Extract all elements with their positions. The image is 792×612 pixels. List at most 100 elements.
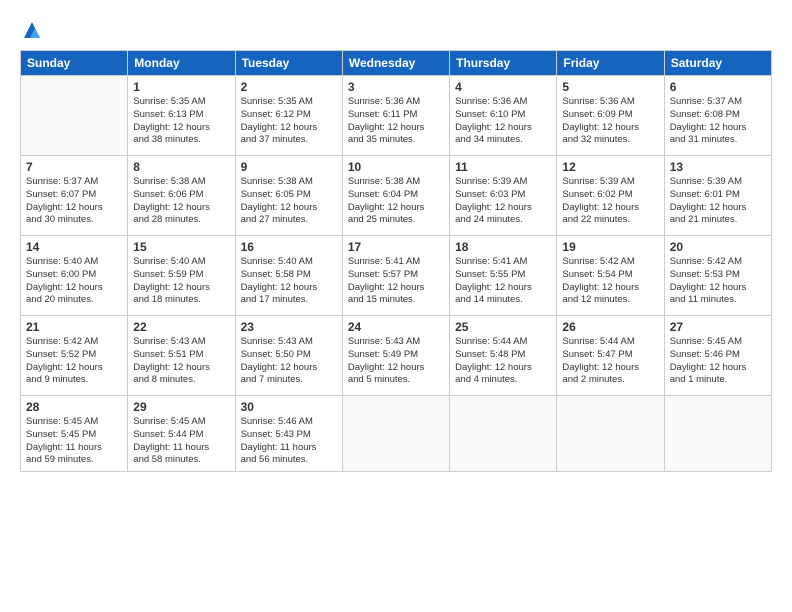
- calendar-cell: 14 Sunrise: 5:40 AMSunset: 6:00 PMDayligh…: [21, 236, 128, 316]
- day-info: Sunrise: 5:43 AMSunset: 5:49 PMDaylight:…: [348, 336, 444, 387]
- calendar-cell: 7 Sunrise: 5:37 AMSunset: 6:07 PMDaylight…: [21, 156, 128, 236]
- weekday-header-friday: Friday: [557, 51, 664, 76]
- calendar-cell: 21 Sunrise: 5:42 AMSunset: 5:52 PMDayligh…: [21, 316, 128, 396]
- day-number: 27: [670, 320, 766, 334]
- calendar-cell: [557, 396, 664, 472]
- weekday-header-tuesday: Tuesday: [235, 51, 342, 76]
- day-info: Sunrise: 5:44 AMSunset: 5:47 PMDaylight:…: [562, 336, 658, 387]
- day-info: Sunrise: 5:42 AMSunset: 5:52 PMDaylight:…: [26, 336, 122, 387]
- logo: [20, 20, 42, 40]
- calendar-cell: 9 Sunrise: 5:38 AMSunset: 6:05 PMDaylight…: [235, 156, 342, 236]
- day-info: Sunrise: 5:43 AMSunset: 5:50 PMDaylight:…: [241, 336, 337, 387]
- day-info: Sunrise: 5:45 AMSunset: 5:45 PMDaylight:…: [26, 416, 122, 467]
- day-number: 22: [133, 320, 229, 334]
- day-info: Sunrise: 5:39 AMSunset: 6:02 PMDaylight:…: [562, 176, 658, 227]
- weekday-header-thursday: Thursday: [450, 51, 557, 76]
- day-number: 5: [562, 80, 658, 94]
- day-info: Sunrise: 5:42 AMSunset: 5:54 PMDaylight:…: [562, 256, 658, 307]
- weekday-header-row: SundayMondayTuesdayWednesdayThursdayFrid…: [21, 51, 772, 76]
- calendar-week-3: 14 Sunrise: 5:40 AMSunset: 6:00 PMDayligh…: [21, 236, 772, 316]
- day-number: 25: [455, 320, 551, 334]
- calendar-cell: 3 Sunrise: 5:36 AMSunset: 6:11 PMDaylight…: [342, 76, 449, 156]
- day-info: Sunrise: 5:40 AMSunset: 5:59 PMDaylight:…: [133, 256, 229, 307]
- day-info: Sunrise: 5:40 AMSunset: 6:00 PMDaylight:…: [26, 256, 122, 307]
- day-number: 9: [241, 160, 337, 174]
- day-number: 16: [241, 240, 337, 254]
- day-info: Sunrise: 5:36 AMSunset: 6:09 PMDaylight:…: [562, 96, 658, 147]
- calendar-week-5: 28 Sunrise: 5:45 AMSunset: 5:45 PMDayligh…: [21, 396, 772, 472]
- calendar-cell: [664, 396, 771, 472]
- calendar-cell: 10 Sunrise: 5:38 AMSunset: 6:04 PMDayligh…: [342, 156, 449, 236]
- day-number: 3: [348, 80, 444, 94]
- calendar-week-4: 21 Sunrise: 5:42 AMSunset: 5:52 PMDayligh…: [21, 316, 772, 396]
- day-info: Sunrise: 5:45 AMSunset: 5:44 PMDaylight:…: [133, 416, 229, 467]
- calendar-cell: 24 Sunrise: 5:43 AMSunset: 5:49 PMDayligh…: [342, 316, 449, 396]
- calendar-cell: [342, 396, 449, 472]
- day-info: Sunrise: 5:41 AMSunset: 5:55 PMDaylight:…: [455, 256, 551, 307]
- day-info: Sunrise: 5:40 AMSunset: 5:58 PMDaylight:…: [241, 256, 337, 307]
- day-info: Sunrise: 5:37 AMSunset: 6:07 PMDaylight:…: [26, 176, 122, 227]
- day-number: 26: [562, 320, 658, 334]
- day-info: Sunrise: 5:39 AMSunset: 6:01 PMDaylight:…: [670, 176, 766, 227]
- calendar-cell: 25 Sunrise: 5:44 AMSunset: 5:48 PMDayligh…: [450, 316, 557, 396]
- day-number: 28: [26, 400, 122, 414]
- day-info: Sunrise: 5:35 AMSunset: 6:13 PMDaylight:…: [133, 96, 229, 147]
- day-number: 18: [455, 240, 551, 254]
- day-number: 17: [348, 240, 444, 254]
- day-info: Sunrise: 5:42 AMSunset: 5:53 PMDaylight:…: [670, 256, 766, 307]
- calendar-cell: 17 Sunrise: 5:41 AMSunset: 5:57 PMDayligh…: [342, 236, 449, 316]
- day-number: 23: [241, 320, 337, 334]
- calendar-cell: 22 Sunrise: 5:43 AMSunset: 5:51 PMDayligh…: [128, 316, 235, 396]
- calendar-cell: 30 Sunrise: 5:46 AMSunset: 5:43 PMDayligh…: [235, 396, 342, 472]
- calendar-cell: 12 Sunrise: 5:39 AMSunset: 6:02 PMDayligh…: [557, 156, 664, 236]
- day-number: 20: [670, 240, 766, 254]
- day-number: 30: [241, 400, 337, 414]
- calendar-cell: 5 Sunrise: 5:36 AMSunset: 6:09 PMDaylight…: [557, 76, 664, 156]
- calendar-cell: [21, 76, 128, 156]
- weekday-header-sunday: Sunday: [21, 51, 128, 76]
- day-number: 7: [26, 160, 122, 174]
- day-number: 6: [670, 80, 766, 94]
- calendar-cell: 4Sunrise: 5:36 AMSunset: 6:10 PMDaylight…: [450, 76, 557, 156]
- calendar-cell: 19 Sunrise: 5:42 AMSunset: 5:54 PMDayligh…: [557, 236, 664, 316]
- day-number: 10: [348, 160, 444, 174]
- day-info: Sunrise: 5:41 AMSunset: 5:57 PMDaylight:…: [348, 256, 444, 307]
- day-number: 19: [562, 240, 658, 254]
- calendar-cell: 26 Sunrise: 5:44 AMSunset: 5:47 PMDayligh…: [557, 316, 664, 396]
- weekday-header-monday: Monday: [128, 51, 235, 76]
- header: [20, 20, 772, 40]
- day-number: 15: [133, 240, 229, 254]
- day-number: 14: [26, 240, 122, 254]
- calendar-table: SundayMondayTuesdayWednesdayThursdayFrid…: [20, 50, 772, 472]
- calendar-cell: 27Sunrise: 5:45 AMSunset: 5:46 PMDayligh…: [664, 316, 771, 396]
- day-info: Sunrise: 5:36 AMSunset: 6:11 PMDaylight:…: [348, 96, 444, 147]
- calendar-cell: 23 Sunrise: 5:43 AMSunset: 5:50 PMDayligh…: [235, 316, 342, 396]
- day-info: Sunrise: 5:38 AMSunset: 6:05 PMDaylight:…: [241, 176, 337, 227]
- page: SundayMondayTuesdayWednesdayThursdayFrid…: [0, 0, 792, 612]
- day-info: Sunrise: 5:35 AMSunset: 6:12 PMDaylight:…: [241, 96, 337, 147]
- day-info: Sunrise: 5:46 AMSunset: 5:43 PMDaylight:…: [241, 416, 337, 467]
- calendar-cell: 13 Sunrise: 5:39 AMSunset: 6:01 PMDayligh…: [664, 156, 771, 236]
- calendar-cell: 1Sunrise: 5:35 AMSunset: 6:13 PMDaylight…: [128, 76, 235, 156]
- day-number: 8: [133, 160, 229, 174]
- day-number: 24: [348, 320, 444, 334]
- day-info: Sunrise: 5:44 AMSunset: 5:48 PMDaylight:…: [455, 336, 551, 387]
- day-number: 29: [133, 400, 229, 414]
- day-info: Sunrise: 5:37 AMSunset: 6:08 PMDaylight:…: [670, 96, 766, 147]
- day-number: 12: [562, 160, 658, 174]
- day-info: Sunrise: 5:36 AMSunset: 6:10 PMDaylight:…: [455, 96, 551, 147]
- calendar-cell: 29 Sunrise: 5:45 AMSunset: 5:44 PMDayligh…: [128, 396, 235, 472]
- day-number: 21: [26, 320, 122, 334]
- day-info: Sunrise: 5:38 AMSunset: 6:04 PMDaylight:…: [348, 176, 444, 227]
- day-info: Sunrise: 5:43 AMSunset: 5:51 PMDaylight:…: [133, 336, 229, 387]
- calendar-cell: 2Sunrise: 5:35 AMSunset: 6:12 PMDaylight…: [235, 76, 342, 156]
- day-number: 13: [670, 160, 766, 174]
- calendar-cell: [450, 396, 557, 472]
- calendar-cell: 15 Sunrise: 5:40 AMSunset: 5:59 PMDayligh…: [128, 236, 235, 316]
- calendar-cell: 11Sunrise: 5:39 AMSunset: 6:03 PMDayligh…: [450, 156, 557, 236]
- calendar-week-2: 7 Sunrise: 5:37 AMSunset: 6:07 PMDaylight…: [21, 156, 772, 236]
- day-info: Sunrise: 5:39 AMSunset: 6:03 PMDaylight:…: [455, 176, 551, 227]
- calendar-cell: 6 Sunrise: 5:37 AMSunset: 6:08 PMDaylight…: [664, 76, 771, 156]
- logo-icon: [22, 20, 42, 40]
- calendar-week-1: 1Sunrise: 5:35 AMSunset: 6:13 PMDaylight…: [21, 76, 772, 156]
